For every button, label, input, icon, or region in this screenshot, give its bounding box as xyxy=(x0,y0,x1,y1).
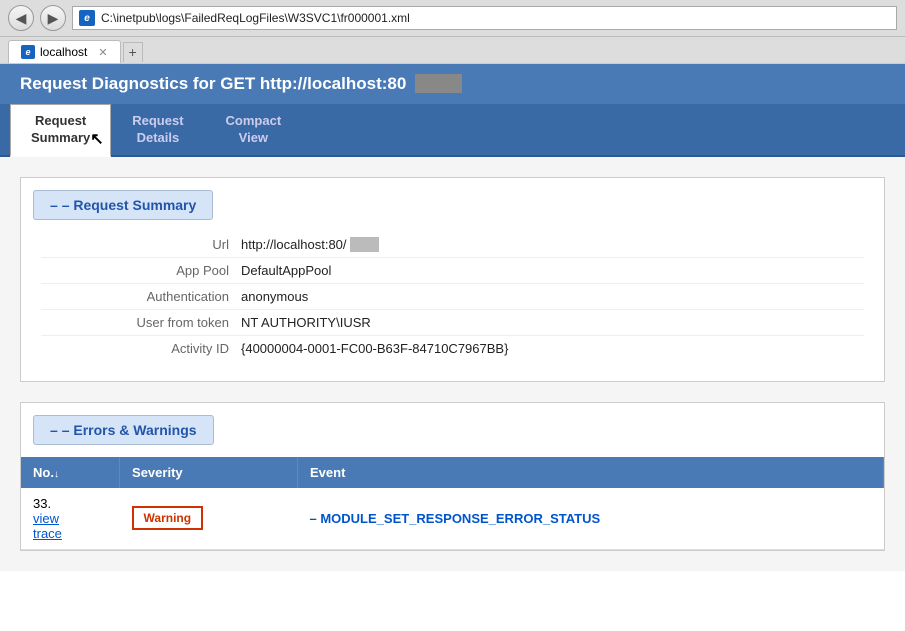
errors-warnings-toggle[interactable]: – – Errors & Warnings xyxy=(33,415,214,445)
tab-request-summary[interactable]: RequestSummary xyxy=(10,104,111,157)
page-title: Request Diagnostics for GET http://local… xyxy=(20,74,885,94)
tab-request-details[interactable]: RequestDetails xyxy=(111,104,204,155)
table-header-row: No.↓ Severity Event xyxy=(21,457,884,488)
summary-row-user: User from token NT AUTHORITY\IUSR xyxy=(41,310,864,336)
browser-chrome: ◀ ▶ e C:\inetpub\logs\FailedReqLogFiles\… xyxy=(0,0,905,64)
col-no: No.↓ xyxy=(21,457,120,488)
errors-warnings-section: – – Errors & Warnings No.↓ Severity Even… xyxy=(20,402,885,551)
errors-minus-icon: – xyxy=(50,422,58,438)
back-button[interactable]: ◀ xyxy=(8,5,34,31)
summary-row-activityid: Activity ID {40000004-0001-FC00-B63F-847… xyxy=(41,336,864,361)
col-severity: Severity xyxy=(120,457,298,488)
ie-icon: e xyxy=(79,10,95,26)
row-event: – MODULE_SET_RESPONSE_ERROR_STATUS xyxy=(298,488,884,550)
nav-bar: ◀ ▶ e C:\inetpub\logs\FailedReqLogFiles\… xyxy=(0,0,905,37)
summary-row-url: Url http://localhost:80/ xyxy=(41,232,864,258)
request-summary-section: – – Request Summary Url http://localhost… xyxy=(20,177,885,382)
apppool-label: App Pool xyxy=(41,263,241,278)
page-title-text: Request Diagnostics for GET http://local… xyxy=(20,74,406,93)
new-tab-button[interactable]: + xyxy=(123,42,143,62)
address-bar[interactable]: e C:\inetpub\logs\FailedReqLogFiles\W3SV… xyxy=(72,6,897,30)
row-no-number: 33. xyxy=(33,496,108,511)
summary-row-apppool: App Pool DefaultAppPool xyxy=(41,258,864,284)
apppool-value: DefaultAppPool xyxy=(241,263,331,278)
page-content: Request Diagnostics for GET http://local… xyxy=(0,64,905,571)
browser-tab-close[interactable]: ✕ xyxy=(98,46,107,59)
sort-arrow: ↓ xyxy=(54,469,59,480)
minus-icon: – xyxy=(50,197,58,213)
request-summary-label: – Request Summary xyxy=(62,197,197,213)
event-text: – MODULE_SET_RESPONSE_ERROR_STATUS xyxy=(310,511,601,526)
view-trace-link[interactable]: viewtrace xyxy=(33,511,62,541)
address-text: C:\inetpub\logs\FailedReqLogFiles\W3SVC1… xyxy=(101,11,410,25)
content-area: – – Request Summary Url http://localhost… xyxy=(0,157,905,571)
forward-button[interactable]: ▶ xyxy=(40,5,66,31)
warning-badge: Warning xyxy=(132,506,204,530)
activityid-value: {40000004-0001-FC00-B63F-84710C7967BB} xyxy=(241,341,508,356)
tab-compact-view[interactable]: CompactView xyxy=(205,104,303,155)
auth-value: anonymous xyxy=(241,289,308,304)
row-no: 33. viewtrace xyxy=(21,488,120,550)
url-hidden xyxy=(350,237,379,252)
table-row: 33. viewtrace Warning – MODULE_SET_RESPO… xyxy=(21,488,884,550)
url-value: http://localhost:80/ xyxy=(241,237,379,252)
tabs-bar: RequestSummary RequestDetails CompactVie… xyxy=(0,104,905,157)
request-summary-header: – – Request Summary xyxy=(33,190,213,220)
request-summary-toggle[interactable]: – – Request Summary xyxy=(33,190,213,220)
col-event: Event xyxy=(298,457,884,488)
page-title-hidden xyxy=(415,74,462,93)
errors-table: No.↓ Severity Event 33. viewtrace Warnin… xyxy=(21,457,884,550)
page-header: Request Diagnostics for GET http://local… xyxy=(0,64,905,104)
activityid-label: Activity ID xyxy=(41,341,241,356)
user-label: User from token xyxy=(41,315,241,330)
browser-tab-label: localhost xyxy=(40,45,87,59)
row-severity: Warning xyxy=(120,488,298,550)
summary-table: Url http://localhost:80/ App Pool Defaul… xyxy=(21,232,884,381)
browser-tab-bar: e localhost ✕ + xyxy=(0,37,905,63)
url-label: Url xyxy=(41,237,241,252)
browser-tab-localhost[interactable]: e localhost ✕ xyxy=(8,40,121,63)
summary-row-auth: Authentication anonymous xyxy=(41,284,864,310)
user-value: NT AUTHORITY\IUSR xyxy=(241,315,371,330)
browser-tab-ie-icon: e xyxy=(21,45,35,59)
errors-warnings-label: – Errors & Warnings xyxy=(62,422,197,438)
errors-warnings-header: – – Errors & Warnings xyxy=(33,415,214,445)
auth-label: Authentication xyxy=(41,289,241,304)
